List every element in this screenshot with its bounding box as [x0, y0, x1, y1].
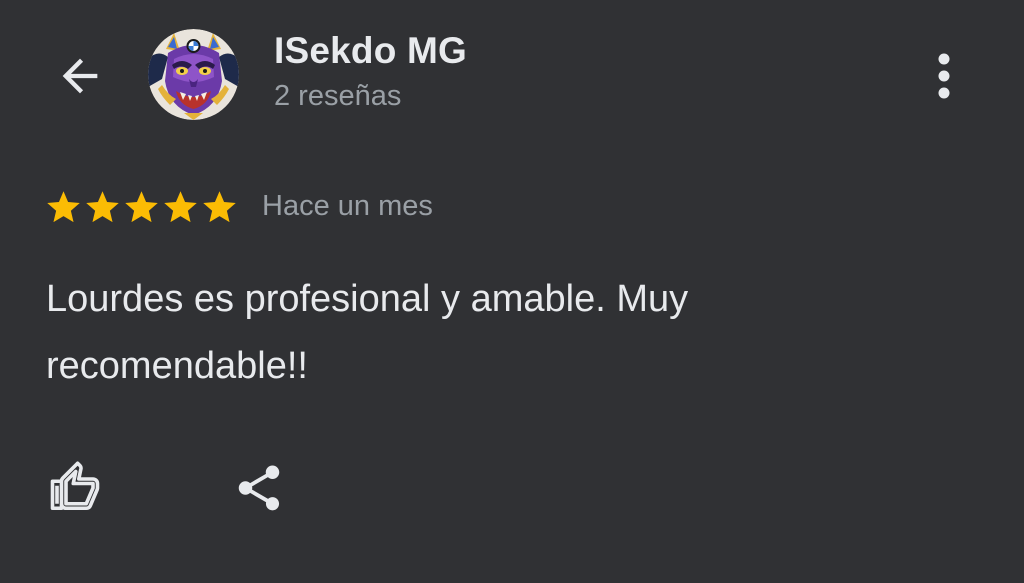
more-vert-icon [938, 53, 950, 99]
like-button[interactable] [40, 456, 110, 520]
star-icon [47, 191, 80, 223]
review-count: 2 reseñas [274, 80, 402, 112]
star-rating [44, 188, 239, 227]
arrow-back-icon [62, 58, 98, 94]
share-icon [238, 465, 280, 511]
review-date: Hace un mes [262, 190, 433, 222]
back-button[interactable] [48, 46, 112, 106]
star-icon [125, 191, 158, 223]
star-icon [203, 191, 236, 223]
thumb-up-icon [50, 461, 100, 511]
more-options-button[interactable] [922, 48, 966, 104]
review-detail-screen: ISekdo MG 2 reseñas Hace un mes Lourdes … [0, 0, 1024, 583]
avatar[interactable] [148, 29, 239, 120]
review-text: Lourdes es profesional y amable. Muy rec… [46, 278, 689, 387]
share-button[interactable] [224, 456, 294, 520]
star-icon [164, 191, 197, 223]
star-icon [86, 191, 119, 223]
reviewer-name[interactable]: ISekdo MG [274, 30, 467, 72]
